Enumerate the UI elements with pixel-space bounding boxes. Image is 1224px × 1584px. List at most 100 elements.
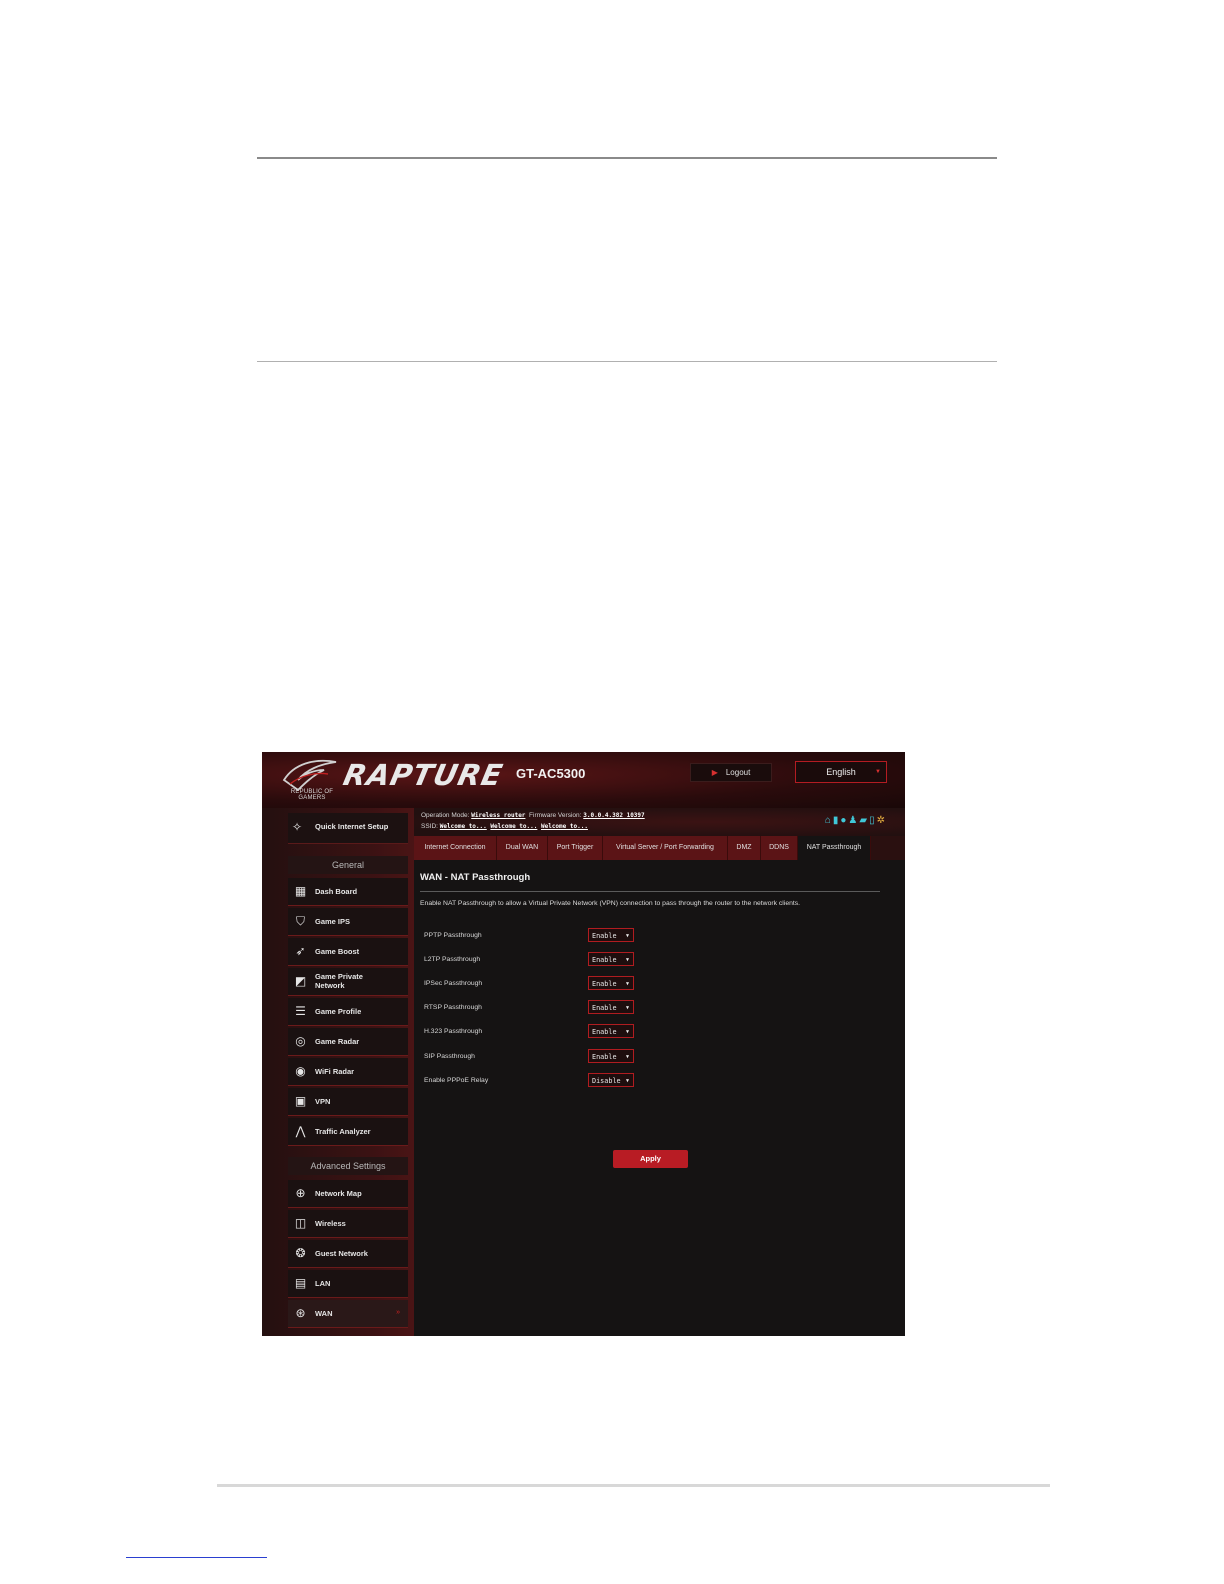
ssid-link-1[interactable]: Welcome to... xyxy=(440,823,487,830)
ssid-link-3[interactable]: Welcome to... xyxy=(541,823,588,830)
traffic-icon: ⋀ xyxy=(295,1124,306,1138)
sidebar-item-guest-network[interactable]: ❂ Guest Network xyxy=(288,1240,408,1268)
chevron-down-icon: ▼ xyxy=(875,769,881,775)
footer-rule xyxy=(217,1484,1050,1487)
network-status-icon[interactable]: ⌂ xyxy=(825,815,833,826)
sidebar-item-dashboard[interactable]: ▦ Dash Board xyxy=(288,878,408,906)
h323-select[interactable]: Enable ▼ xyxy=(588,1024,634,1038)
page-title: WAN - NAT Passthrough xyxy=(420,872,531,883)
language-label: English xyxy=(826,767,856,777)
select-value: Enable xyxy=(592,956,617,964)
status-bar: Operation Mode: Wireless router Firmware… xyxy=(414,808,905,836)
setting-row-pppoe-relay: Enable PPPoE Relay Disable ▼ xyxy=(424,1073,724,1091)
sidebar-item-game-radar[interactable]: ◎ Game Radar xyxy=(288,1028,408,1056)
pppoe-relay-select[interactable]: Disable ▼ xyxy=(588,1073,634,1087)
chevron-down-icon: ▼ xyxy=(625,1005,629,1011)
tab-port-trigger[interactable]: Port Trigger xyxy=(548,836,603,860)
sidebar-item-label: Game Boost xyxy=(315,947,360,956)
sidebar-item-game-private-network[interactable]: ◩ Game Private Network xyxy=(288,968,408,996)
firmware-label: Firmware Version: xyxy=(529,812,582,819)
gear-icon[interactable]: ✲ xyxy=(877,815,887,826)
operation-mode-label: Operation Mode: xyxy=(421,812,470,819)
select-value: Enable xyxy=(592,1053,617,1061)
lan-icon: ▤ xyxy=(294,1276,307,1290)
tab-ddns[interactable]: DDNS xyxy=(761,836,798,860)
sidebar-item-wifi-radar[interactable]: ◉ WiFi Radar xyxy=(288,1058,408,1086)
router-ui-screenshot: REPUBLIC OF GAMERS RAPTURE GT-AC5300 ▶ Lo… xyxy=(262,752,905,1336)
sidebar-item-label: LAN xyxy=(315,1279,331,1288)
tab-bar: Internet Connection Dual WAN Port Trigge… xyxy=(414,836,905,860)
rtsp-select[interactable]: Enable ▼ xyxy=(588,1000,634,1014)
ipsec-select[interactable]: Enable ▼ xyxy=(588,976,634,990)
clients-icon[interactable]: ♟ xyxy=(848,815,859,826)
operation-mode-line: Operation Mode: Wireless router Firmware… xyxy=(421,812,645,819)
dashboard-icon: ▦ xyxy=(294,884,307,898)
sidebar-item-vpn[interactable]: ▣ VPN xyxy=(288,1088,408,1116)
operation-mode-link[interactable]: Wireless router xyxy=(471,812,525,819)
tab-dual-wan[interactable]: Dual WAN xyxy=(497,836,548,860)
main-panel: Operation Mode: Wireless router Firmware… xyxy=(414,808,905,1336)
setting-row-ipsec: IPSec Passthrough Enable ▼ xyxy=(424,976,724,994)
sidebar-item-label: Game Radar xyxy=(315,1037,360,1046)
usb-icon[interactable]: ▰ xyxy=(859,815,869,826)
firmware-link[interactable]: 3.0.0.4.382_10397 xyxy=(583,812,644,819)
active-indicator-icon: » xyxy=(396,1309,400,1316)
tab-virtual-server[interactable]: Virtual Server / Port Forwarding xyxy=(603,836,728,860)
setting-label: Enable PPPoE Relay xyxy=(424,1077,489,1084)
select-value: Enable xyxy=(592,1004,617,1012)
setting-label: IPSec Passthrough xyxy=(424,980,483,987)
l2tp-select[interactable]: Enable ▼ xyxy=(588,952,634,966)
setting-label: PPTP Passthrough xyxy=(424,932,482,939)
ssid-label: SSID: xyxy=(421,823,438,830)
sidebar-item-game-profile[interactable]: ☰ Game Profile xyxy=(288,998,408,1026)
globe-icon: ⊛ xyxy=(295,1306,306,1320)
sidebar-item-lan[interactable]: ▤ LAN xyxy=(288,1270,408,1298)
setting-label: RTSP Passthrough xyxy=(424,1004,482,1011)
setting-row-l2tp: L2TP Passthrough Enable ▼ xyxy=(424,952,724,970)
title-divider xyxy=(420,891,880,892)
tab-dmz[interactable]: DMZ xyxy=(728,836,761,860)
tab-nat-passthrough[interactable]: NAT Passthrough xyxy=(798,836,871,860)
sidebar-item-network-map[interactable]: ⊕ Network Map xyxy=(288,1180,408,1208)
wand-icon: ✧ xyxy=(292,820,303,834)
sidebar-item-label: Traffic Analyzer xyxy=(315,1127,371,1136)
select-value: Disable xyxy=(592,1077,621,1085)
top-header: REPUBLIC OF GAMERS RAPTURE GT-AC5300 ▶ Lo… xyxy=(262,752,905,808)
sidebar-item-wireless[interactable]: ◫ Wireless xyxy=(288,1210,408,1238)
chevron-down-icon: ▼ xyxy=(625,981,629,987)
select-value: Enable xyxy=(592,1028,617,1036)
sidebar-item-game-boost[interactable]: ➶ Game Boost xyxy=(288,938,408,966)
quick-internet-setup-button[interactable]: ✧ Quick Internet Setup xyxy=(288,813,408,844)
quick-setup-label: Quick Internet Setup xyxy=(315,822,389,831)
sip-select[interactable]: Enable ▼ xyxy=(588,1049,634,1063)
sidebar-item-label: Guest Network xyxy=(315,1249,368,1258)
sidebar-item-game-ips[interactable]: ⛉ Game IPS xyxy=(288,908,408,936)
wifi-radar-icon: ◉ xyxy=(295,1064,306,1078)
ssid-line: SSID: Welcome to... Welcome to... Welcom… xyxy=(421,823,588,830)
ssid-link-2[interactable]: Welcome to... xyxy=(490,823,537,830)
top-rule xyxy=(257,157,997,159)
chevron-down-icon: ▼ xyxy=(625,1078,629,1084)
sidebar-item-label: Game Profile xyxy=(315,1007,362,1016)
setting-row-rtsp: RTSP Passthrough Enable ▼ xyxy=(424,1000,724,1018)
logout-button[interactable]: ▶ Logout xyxy=(690,763,772,782)
shield-icon: ⛉ xyxy=(295,914,305,928)
private-network-icon: ◩ xyxy=(294,974,307,988)
footer-link-underline xyxy=(126,1557,267,1558)
language-select[interactable]: English ▼ xyxy=(795,761,887,783)
pptp-select[interactable]: Enable ▼ xyxy=(588,928,634,942)
wireless-icon: ◫ xyxy=(294,1216,307,1230)
sidebar-item-label: Network Map xyxy=(315,1189,362,1198)
setting-row-h323: H.323 Passthrough Enable ▼ xyxy=(424,1024,724,1042)
tab-internet-connection[interactable]: Internet Connection xyxy=(414,836,497,860)
app-icon[interactable]: ▯ xyxy=(869,815,877,826)
rocket-icon: ➶ xyxy=(295,944,306,958)
apply-button[interactable]: Apply xyxy=(613,1150,688,1168)
page-description: Enable NAT Passthrough to allow a Virtua… xyxy=(420,900,801,907)
advanced-section-title: Advanced Settings xyxy=(288,1157,408,1175)
chevron-down-icon: ▼ xyxy=(625,1029,629,1035)
sidebar-item-label: WAN xyxy=(315,1309,333,1318)
status-icons: ⌂▮●♟▰▯✲ xyxy=(825,815,887,826)
sidebar-item-wan[interactable]: ⊛ WAN » xyxy=(288,1300,408,1328)
sidebar-item-traffic-analyzer[interactable]: ⋀ Traffic Analyzer xyxy=(288,1118,408,1146)
